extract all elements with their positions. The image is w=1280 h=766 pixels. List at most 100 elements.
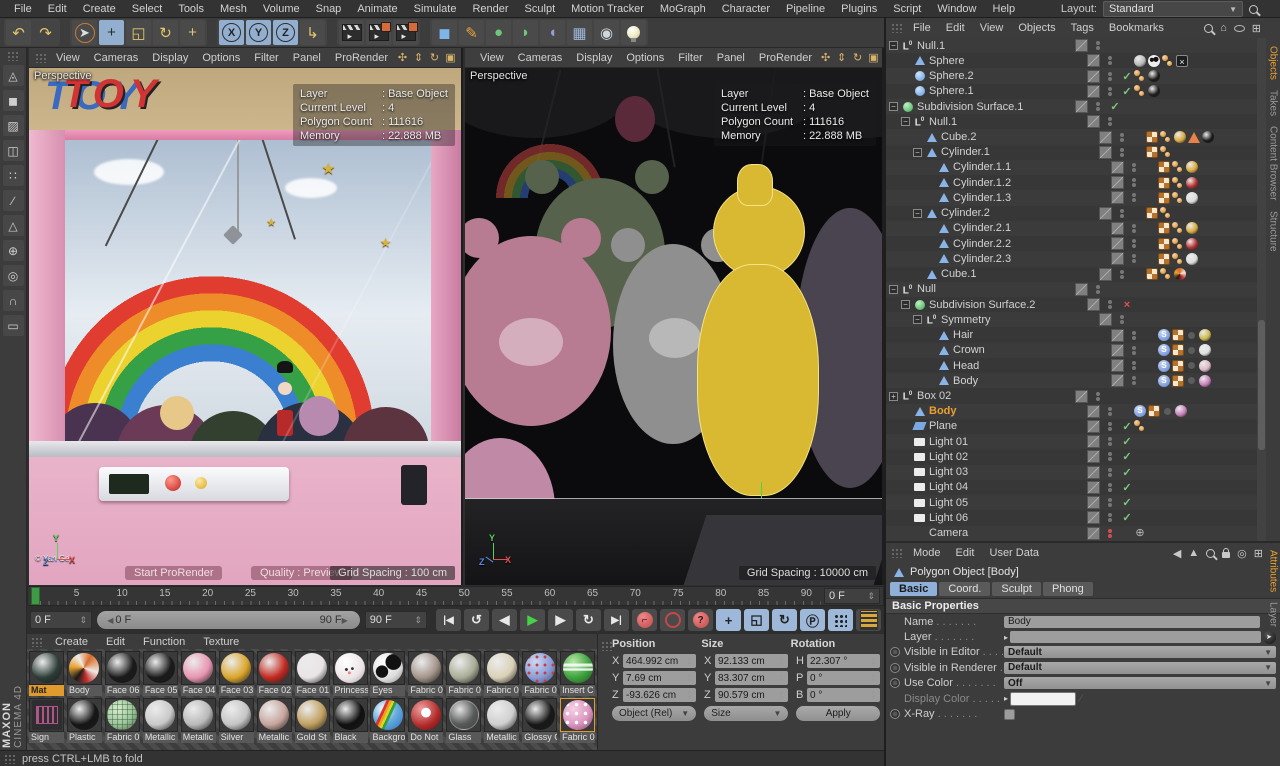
rotate-icon[interactable]: ↻ (153, 20, 178, 45)
stepper-icon[interactable] (777, 656, 785, 667)
material-face-03[interactable]: Face 03 (219, 651, 256, 696)
stepper-icon[interactable] (869, 673, 877, 684)
stepper-icon[interactable] (869, 690, 877, 701)
material-tag[interactable] (1174, 268, 1186, 280)
coordinate-system-icon[interactable]: ↳ (300, 20, 325, 45)
tree-row-plane[interactable]: Plane✓ (886, 419, 1266, 434)
material-menu-texture[interactable]: Texture (195, 636, 247, 648)
play-backwards-button[interactable]: ↺ (464, 609, 489, 631)
material-metallic[interactable]: Metallic (257, 698, 294, 743)
keyframe-selection-button[interactable]: ? (688, 609, 713, 631)
material-fabric-0[interactable]: Fabric 0 (105, 698, 142, 743)
layer-toggle[interactable] (1075, 39, 1088, 52)
uvw-tag[interactable] (1158, 192, 1170, 204)
material-thumbnail[interactable] (446, 698, 481, 732)
coord-field-rotation-p[interactable]: 0 ° (807, 671, 880, 685)
material-metallic[interactable]: Metallic (484, 698, 521, 743)
timeline-frame-field[interactable]: 0 F (824, 588, 880, 604)
enable-toggle[interactable]: ✓ (1120, 450, 1134, 463)
menu-help[interactable]: Help (985, 3, 1024, 15)
material-insert-c[interactable]: Insert C (560, 651, 597, 696)
material-menu-grip[interactable] (31, 637, 43, 647)
material-thumbnail[interactable] (333, 651, 368, 685)
compositing-tag[interactable]: × (1176, 55, 1188, 67)
material-menu-create[interactable]: Create (47, 636, 96, 648)
tree-row-cylinder-1-2[interactable]: Cylinder.1.2 (886, 175, 1266, 190)
object-menu-bookmarks[interactable]: Bookmarks (1102, 22, 1171, 34)
object-menu-edit[interactable]: Edit (939, 22, 972, 34)
material-face-06[interactable]: Face 06 (105, 651, 142, 696)
animation-dot-icon[interactable] (890, 709, 900, 719)
attribute-menu-user-data[interactable]: User Data (983, 547, 1047, 559)
material-thumbnail[interactable] (560, 651, 595, 685)
color-swatch[interactable] (1010, 692, 1076, 706)
visibility-dots[interactable] (1106, 512, 1114, 523)
make-editable-button[interactable]: ◬ (3, 65, 24, 86)
stepper-icon[interactable] (685, 656, 693, 667)
panel-tab-objects[interactable]: Objects (1268, 46, 1279, 80)
layer-toggle[interactable] (1099, 146, 1112, 159)
viewport-menu-display[interactable]: Display (569, 52, 619, 64)
viewport-splitter[interactable] (461, 48, 463, 585)
enable-toggle[interactable]: ✓ (1120, 70, 1134, 83)
cube-primitive-icon[interactable]: ◼ (432, 20, 457, 45)
object-menu-view[interactable]: View (973, 22, 1011, 34)
tab-phong[interactable]: Phong (1043, 582, 1093, 596)
uvw-tag[interactable] (1158, 161, 1170, 173)
visibility-dots[interactable] (1106, 528, 1114, 539)
color-picker-icon[interactable]: ∕ (1080, 693, 1094, 705)
coord-field-position-z[interactable]: -93.626 cm (623, 688, 696, 702)
coord-field-rotation-h[interactable]: 22.307 ° (807, 654, 880, 668)
enable-toggle[interactable]: ✓ (1120, 481, 1134, 494)
material-thumbnail[interactable] (522, 698, 557, 732)
visibility-dots[interactable] (1130, 345, 1138, 356)
viewport-menu-panel[interactable]: Panel (286, 52, 328, 64)
filter-icon[interactable] (1234, 25, 1245, 32)
layer-toggle[interactable] (1087, 85, 1100, 98)
menu-render[interactable]: Render (464, 3, 516, 15)
material-thumbnail[interactable] (370, 698, 405, 732)
sds-weight-tag[interactable]: S (1158, 375, 1170, 387)
timeline-playhead[interactable] (31, 587, 40, 605)
z-axis-lock-icon[interactable]: Z (273, 20, 298, 45)
material-tag[interactable] (1199, 360, 1211, 372)
disabled-tag[interactable] (1164, 408, 1171, 415)
tree-row-cylinder-2-2[interactable]: Cylinder.2.2 (886, 236, 1266, 251)
layer-toggle[interactable] (1111, 237, 1124, 250)
collapse-icon[interactable]: − (889, 102, 898, 111)
select-visible-in-renderer[interactable]: Default▼ (1004, 662, 1276, 674)
material-thumbnail[interactable] (408, 651, 443, 685)
layer-toggle[interactable] (1087, 496, 1100, 509)
phong-tag[interactable] (1172, 222, 1184, 234)
attribute-menu-edit[interactable]: Edit (949, 547, 982, 559)
visibility-dots[interactable] (1130, 162, 1138, 173)
menu-animate[interactable]: Animate (349, 3, 405, 15)
menu-file[interactable]: File (6, 3, 40, 15)
disabled-tag[interactable] (1188, 347, 1195, 354)
render-picture-viewer-icon[interactable] (366, 20, 391, 45)
material-thumbnail[interactable] (333, 698, 368, 732)
coord-field-size-x[interactable]: 92.133 cm (715, 654, 788, 668)
visibility-dots[interactable] (1130, 330, 1138, 341)
layer-toggle[interactable] (1087, 527, 1100, 540)
layer-toggle[interactable] (1087, 511, 1100, 524)
uvw-tag[interactable] (1148, 405, 1160, 417)
visibility-dots[interactable] (1094, 101, 1102, 112)
material-tag[interactable] (1186, 238, 1198, 250)
menu-mograph[interactable]: MoGraph (652, 3, 714, 15)
coord-field-position-y[interactable]: 7.69 cm (623, 671, 696, 685)
visibility-dots[interactable] (1130, 360, 1138, 371)
record-parameter-button[interactable]: Ⓟ (800, 609, 825, 631)
render-settings-icon[interactable] (393, 20, 418, 45)
texture-tag[interactable] (1148, 55, 1160, 67)
layer-toggle[interactable] (1087, 481, 1100, 494)
zoom-view-icon[interactable]: ⇕ (412, 51, 425, 64)
layer-toggle[interactable] (1075, 283, 1088, 296)
coord-field-position-x[interactable]: 464.992 cm (623, 654, 696, 668)
material-thumbnail[interactable] (67, 698, 102, 732)
viewport-menu-options[interactable]: Options (619, 52, 671, 64)
panel-tab-attributes[interactable]: Attributes (1268, 550, 1279, 592)
tree-row-camera[interactable]: Camera⊕ (886, 526, 1266, 541)
material-thumbnail[interactable] (370, 651, 405, 685)
redo-icon[interactable]: ↷ (33, 20, 58, 45)
